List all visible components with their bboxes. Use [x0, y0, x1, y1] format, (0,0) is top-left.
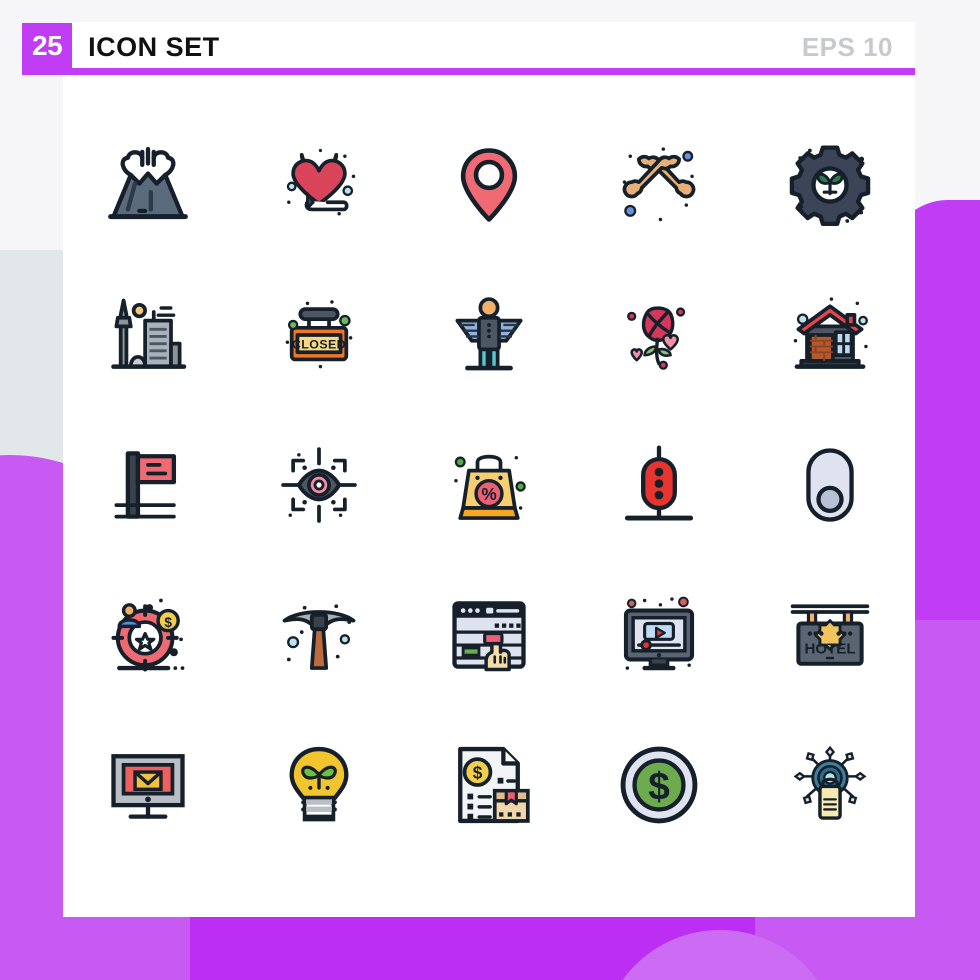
eco-bulb-icon[interactable]	[264, 730, 374, 840]
closed-sign-icon[interactable]: CLOSED	[264, 280, 374, 390]
target-audience-icon[interactable]: $	[93, 580, 203, 690]
map-pin-icon[interactable]	[434, 130, 544, 240]
video-monitor-icon[interactable]	[604, 580, 714, 690]
hotel-sign-text: HOTEL	[804, 641, 855, 658]
header-rule	[22, 68, 915, 75]
rose-hearts-icon[interactable]	[604, 280, 714, 390]
flag-icon[interactable]	[93, 430, 203, 540]
heart-devil-click-icon[interactable]	[264, 130, 374, 240]
icon-grid: CLOSED % $ HOTEL $ $	[63, 110, 915, 910]
crossed-bones-icon[interactable]	[604, 130, 714, 240]
eye-scan-icon[interactable]	[264, 430, 374, 540]
coin-dollar-symbol: $	[649, 765, 671, 808]
toggle-switch-icon[interactable]	[775, 430, 885, 540]
traffic-light-icon[interactable]	[604, 430, 714, 540]
volcano-icon[interactable]	[93, 130, 203, 240]
click-webpage-icon[interactable]	[434, 580, 544, 690]
icon-count-badge: 25	[22, 23, 73, 71]
closed-sign-text: CLOSED	[292, 338, 346, 352]
eps-version-label: EPS 10	[801, 31, 893, 62]
invoice-box-icon[interactable]: $	[434, 730, 544, 840]
email-monitor-icon[interactable]	[93, 730, 203, 840]
gear-sprout-icon[interactable]	[775, 130, 885, 240]
blob-right-edge	[905, 600, 980, 980]
screenshot-stage: 25 ICON SET EPS 10 CLOSED % $ HOTEL $ $	[0, 0, 980, 980]
pickaxe-icon[interactable]	[264, 580, 374, 690]
discount-bag-icon[interactable]: %	[434, 430, 544, 540]
invoice-dollar-text: $	[473, 763, 483, 783]
dollar-coin-icon[interactable]: $	[604, 730, 714, 840]
hotel-sign-icon[interactable]: HOTEL	[775, 580, 885, 690]
discount-percent-text: %	[481, 484, 496, 504]
city-skyline-icon[interactable]	[93, 280, 203, 390]
blob-bubble-b	[600, 930, 840, 980]
brick-house-icon[interactable]	[775, 280, 885, 390]
network-lock-icon[interactable]	[775, 730, 885, 840]
page-title: ICON SET	[88, 31, 220, 62]
coin-dollar-text: $	[165, 615, 173, 630]
winged-person-icon[interactable]	[434, 280, 544, 390]
